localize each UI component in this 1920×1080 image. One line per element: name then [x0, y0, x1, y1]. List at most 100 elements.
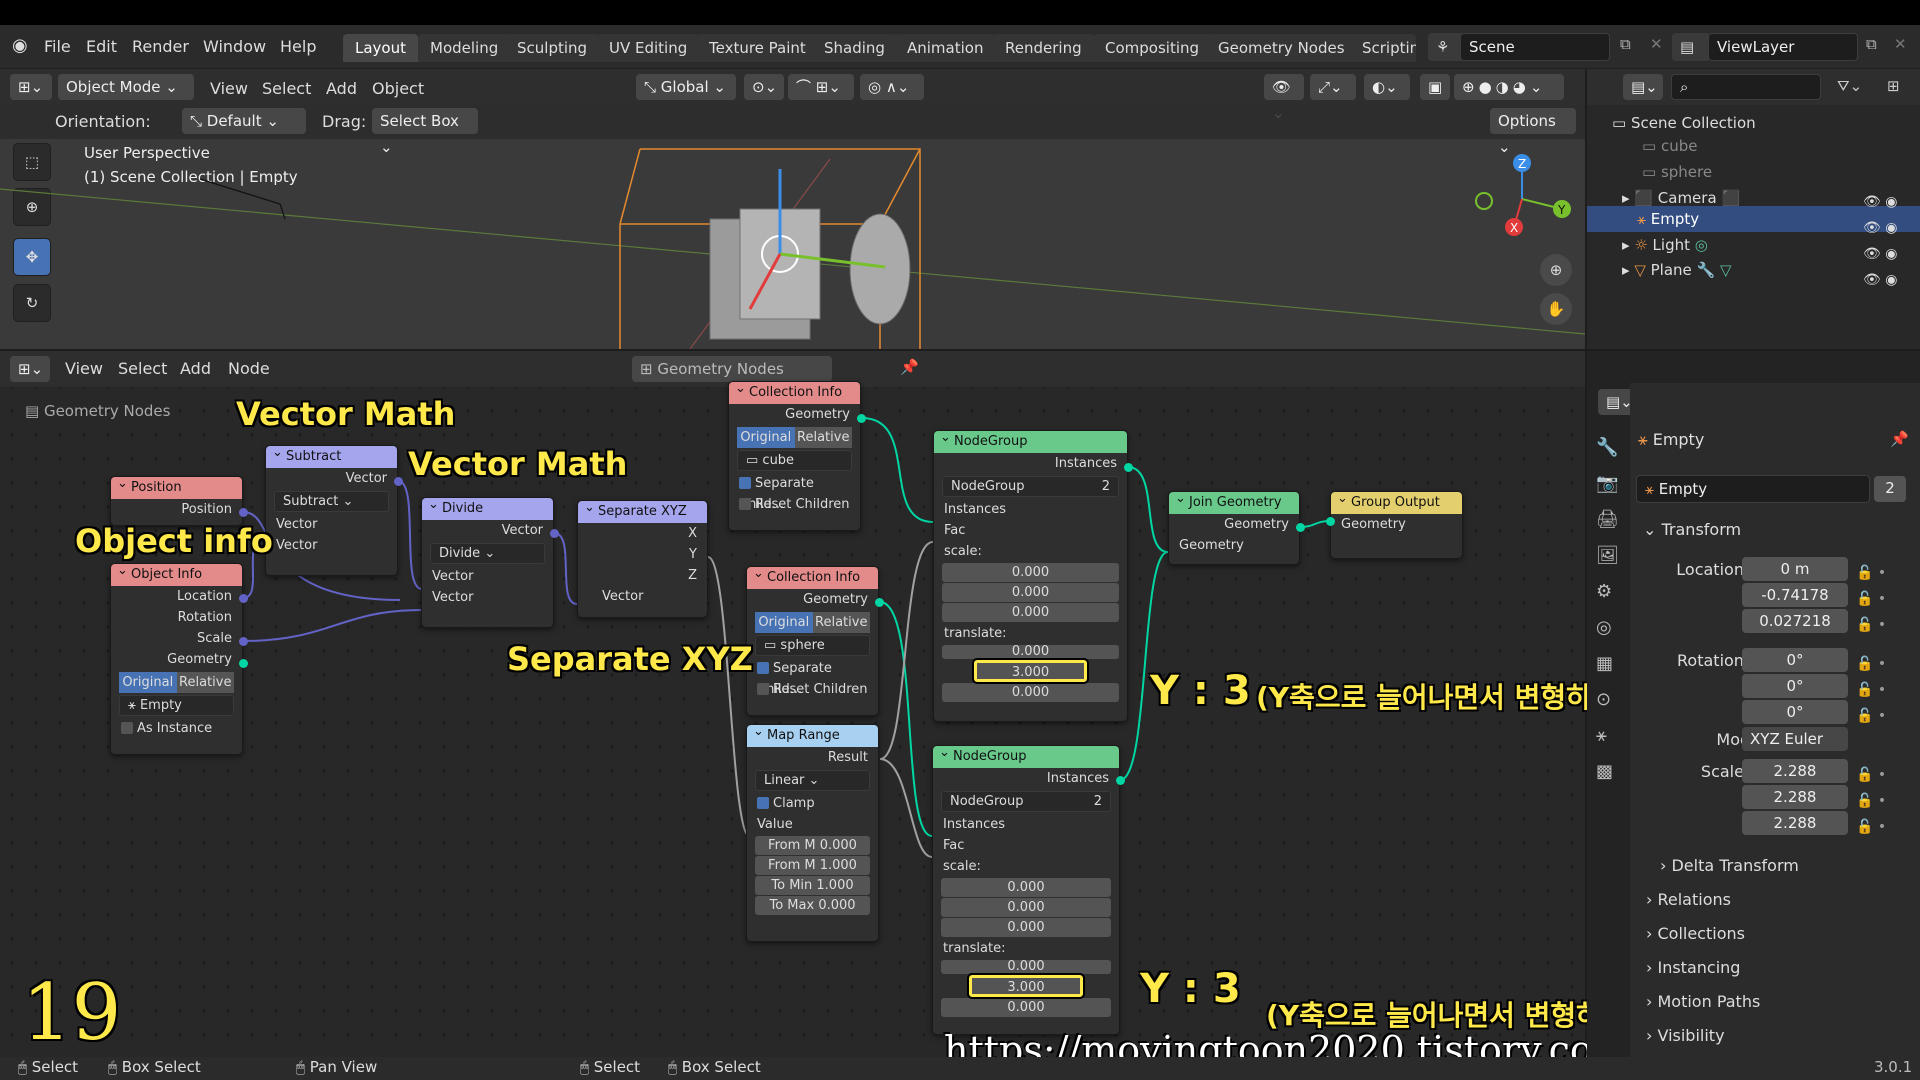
ng1-translate-y[interactable]: 3.000	[972, 658, 1089, 684]
coll1-original[interactable]: Original	[737, 427, 795, 448]
coll1-reset-checkbox[interactable]	[739, 498, 751, 510]
coll1-relative[interactable]: Relative	[794, 427, 852, 448]
socket-divide-out[interactable]	[550, 529, 559, 538]
lock-icons-scale[interactable]: 🔓 • 🔓 • 🔓 •	[1856, 762, 1886, 840]
close-scene-icon[interactable]: ✕	[1650, 35, 1663, 53]
ng1-translate-x[interactable]: 0.000	[942, 645, 1119, 659]
socket-location-out[interactable]	[239, 594, 248, 603]
new-view-layer-icon[interactable]: ⧉	[1866, 35, 1877, 53]
section-delta-transform[interactable]: › Delta Transform	[1660, 856, 1799, 875]
object-info-object-field[interactable]: ⚹ Empty	[119, 695, 234, 716]
coll2-separate-checkbox[interactable]	[757, 662, 769, 674]
maprange-mode-dropdown[interactable]: Linear ⌄	[755, 770, 870, 791]
node-collection-info-sphere[interactable]: Collection Info Geometry OriginalRelativ…	[746, 566, 879, 716]
socket-join-out[interactable]	[1296, 523, 1305, 532]
location-z-field[interactable]: 0.027218	[1742, 609, 1848, 633]
ng1-scale-y[interactable]: 0.000	[942, 583, 1119, 602]
ng1-scale-z[interactable]: 0.000	[942, 603, 1119, 622]
ng2-scale-z[interactable]: 0.000	[941, 918, 1111, 937]
node-collection-info-cube[interactable]: Collection Info Geometry OriginalRelativ…	[728, 381, 861, 531]
properties-pin-icon[interactable]: 📌	[1890, 430, 1909, 448]
coll1-collection-field[interactable]: ▭ cube	[737, 450, 852, 471]
node-map-range[interactable]: Map Range Result Linear ⌄ Clamp Value Fr…	[746, 724, 879, 942]
coll1-separate-children[interactable]: Separate Child...	[729, 473, 860, 512]
maprange-to-min[interactable]: To Min 1.000	[755, 876, 870, 895]
section-instancing[interactable]: › Instancing	[1646, 958, 1740, 977]
outliner-item-empty[interactable]: ⚹ Empty	[1637, 210, 1699, 228]
view-layer-field[interactable]: ViewLayer	[1708, 33, 1858, 61]
socket-coll1-out[interactable]	[857, 414, 866, 423]
node-separate-xyz[interactable]: Separate XYZ X Y Z Vector	[577, 500, 708, 618]
ng2-scale-x[interactable]: 0.000	[941, 878, 1111, 897]
object-info-as-instance[interactable]: As Instance	[111, 718, 242, 739]
divide-operation-dropdown[interactable]: Divide ⌄	[430, 543, 545, 564]
node-position[interactable]: Position Position	[110, 476, 243, 526]
maprange-from-max[interactable]: From M 1.000	[755, 856, 870, 875]
node-object-info[interactable]: Object Info Location Rotation Scale Geom…	[110, 563, 243, 755]
node-subtract[interactable]: Subtract Vector Subtract ⌄ Vector Vector	[265, 445, 398, 576]
ng2-translate-z[interactable]: 0.000	[941, 998, 1111, 1017]
object-info-original[interactable]: Original	[119, 672, 177, 693]
location-y-field[interactable]: -0.74178	[1742, 583, 1848, 607]
node-group-2[interactable]: NodeGroup Instances NodeGroup 2 Instances…	[932, 745, 1120, 1035]
new-collection-icon[interactable]: ⊞	[1887, 77, 1900, 95]
maprange-clamp[interactable]: Clamp	[747, 793, 878, 814]
socket-ng2-out[interactable]	[1116, 776, 1125, 785]
socket-coll2-out[interactable]	[875, 598, 884, 607]
outliner-item-sphere[interactable]: ▭ sphere	[1642, 163, 1712, 181]
maprange-from-min[interactable]: From M 0.000	[755, 836, 870, 855]
outliner-search-input[interactable]: ⌕	[1671, 74, 1821, 100]
subtract-operation-dropdown[interactable]: Subtract ⌄	[274, 491, 389, 512]
section-relations[interactable]: › Relations	[1646, 890, 1731, 909]
ng2-group-selector[interactable]: NodeGroup 2	[941, 791, 1111, 812]
lock-icons-rotation[interactable]: 🔓 • 🔓 • 🔓 •	[1856, 651, 1886, 729]
coll2-relative[interactable]: Relative	[812, 612, 870, 633]
outliner-item-light[interactable]: ▸ ☼ Light ◎	[1622, 236, 1708, 254]
rotation-x-field[interactable]: 0°	[1742, 648, 1848, 672]
ng1-translate-z[interactable]: 0.000	[942, 683, 1119, 702]
properties-datablock-field[interactable]: ⚹ Empty	[1636, 475, 1870, 503]
transform-panel-header[interactable]: ⌄ Transform	[1643, 520, 1741, 539]
rotation-mode-dropdown[interactable]: XYZ Euler ⌄	[1742, 727, 1848, 772]
coll2-original[interactable]: Original	[755, 612, 813, 633]
section-motion-paths[interactable]: › Motion Paths	[1646, 992, 1760, 1011]
as-instance-checkbox[interactable]	[121, 722, 133, 734]
ng2-translate-x[interactable]: 0.000	[941, 960, 1111, 974]
socket-output-in[interactable]	[1326, 517, 1335, 526]
new-scene-icon[interactable]: ⧉	[1620, 35, 1631, 53]
filter-icon[interactable]: ⛛⌄	[1837, 77, 1862, 95]
ng1-group-selector[interactable]: NodeGroup 2	[942, 476, 1119, 497]
ng2-scale-y[interactable]: 0.000	[941, 898, 1111, 917]
scale-y-field[interactable]: 2.288	[1742, 785, 1848, 809]
node-divide[interactable]: Divide Vector Divide ⌄ Vector Vector	[421, 497, 554, 628]
ng1-scale-x[interactable]: 0.000	[942, 563, 1119, 582]
object-info-transform-space[interactable]: Original Relative	[119, 672, 234, 693]
lock-icons-location[interactable]: 🔓 • 🔓 • 🔓 •	[1856, 560, 1886, 638]
coll2-reset-children[interactable]: Reset Children	[747, 679, 878, 700]
outliner-item-camera[interactable]: ▸ ⬛ Camera ⬛	[1622, 189, 1740, 207]
properties-tab-icons[interactable]: 🔧 📷 🖨 🖼 ⚙ ◎ ▦ ⊙ ⚹ ▩	[1596, 430, 1619, 790]
coll1-transform-space[interactable]: Original Relative	[737, 427, 852, 448]
close-view-layer-icon[interactable]: ✕	[1894, 35, 1907, 53]
coll1-reset-children[interactable]: Reset Children	[729, 494, 860, 515]
coll2-reset-checkbox[interactable]	[757, 683, 769, 695]
properties-users-count[interactable]: 2	[1874, 476, 1906, 502]
node-group-1[interactable]: NodeGroup Instances NodeGroup 2 Instances…	[933, 430, 1128, 722]
coll1-separate-checkbox[interactable]	[739, 477, 751, 489]
maprange-to-max[interactable]: To Max 0.000	[755, 896, 870, 915]
location-x-field[interactable]: 0 m	[1742, 557, 1848, 581]
outliner-display-mode-icon[interactable]: ▤⌄	[1623, 74, 1663, 100]
outliner-item-plane[interactable]: ▸ ▽ Plane 🔧 ▽	[1622, 261, 1732, 279]
socket-ng1-out[interactable]	[1124, 463, 1133, 472]
coll2-transform-space[interactable]: Original Relative	[755, 612, 870, 633]
node-group-output[interactable]: Group Output Geometry	[1330, 491, 1463, 559]
section-collections[interactable]: › Collections	[1646, 924, 1745, 943]
ng2-translate-y[interactable]: 3.000	[967, 973, 1085, 999]
visibility-eye-icons[interactable]: 👁 ◉ 👁 ◉ 👁 ◉ 👁 ◉	[1863, 189, 1897, 293]
rotation-z-field[interactable]: 0°	[1742, 700, 1848, 724]
socket-position-out[interactable]	[239, 508, 248, 517]
section-visibility[interactable]: › Visibility	[1646, 1026, 1725, 1045]
socket-geometry-out[interactable]	[239, 659, 248, 668]
coll2-separate-children[interactable]: Separate Child...	[747, 658, 878, 697]
rotation-y-field[interactable]: 0°	[1742, 674, 1848, 698]
